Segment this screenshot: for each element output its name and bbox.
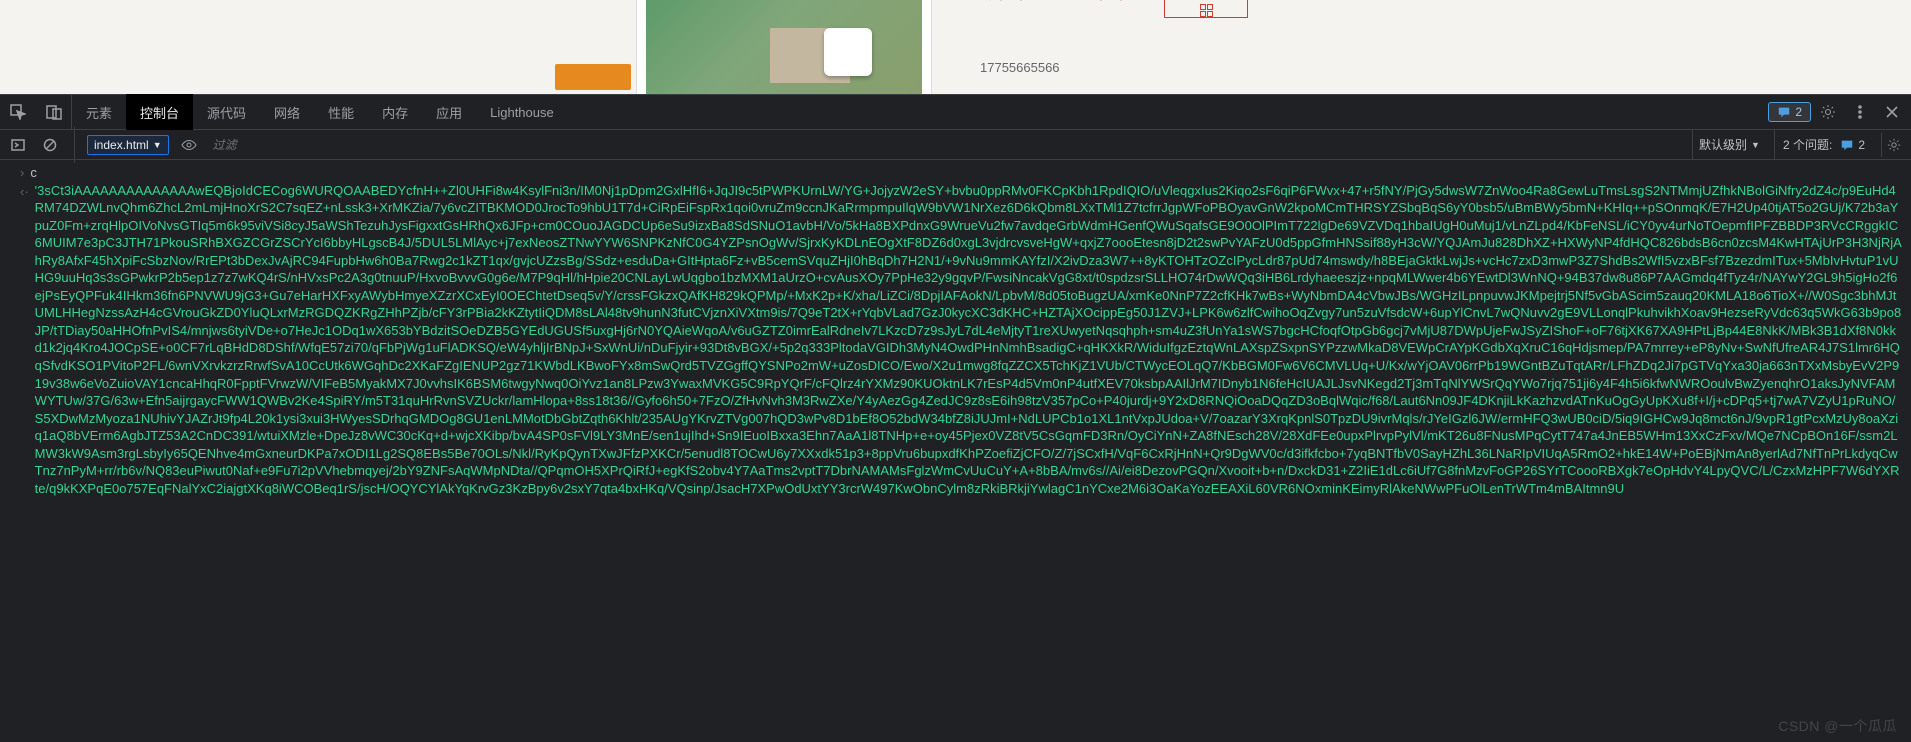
tab-sources[interactable]: 源代码	[193, 94, 260, 130]
more-menu-icon[interactable]	[1845, 97, 1875, 127]
tab-console[interactable]: 控制台	[126, 94, 193, 130]
password-login-label: 密码登录	[980, 0, 1028, 3]
qr-login-button[interactable]: 扫码登录	[1164, 0, 1248, 18]
devtools-panel: 元素 控制台 源代码 网络 性能 内存 应用 Lighthouse 2	[0, 94, 1911, 742]
console-sidebar-toggle-icon[interactable]	[6, 133, 30, 157]
close-devtools-icon[interactable]	[1877, 97, 1907, 127]
inspect-element-icon[interactable]	[0, 94, 36, 130]
context-selector-value: index.html	[94, 138, 149, 152]
console-input-value: c	[30, 164, 37, 182]
captcha-puzzle-card[interactable]	[637, 0, 931, 94]
banner-accent	[555, 64, 631, 90]
tab-network[interactable]: 网络	[260, 94, 314, 130]
log-level-label: 默认级别	[1699, 136, 1747, 153]
device-toggle-icon[interactable]	[36, 94, 72, 130]
message-icon	[1840, 138, 1854, 152]
chevron-down-icon: ▼	[1751, 140, 1760, 150]
console-filter-input[interactable]	[209, 136, 1684, 154]
prompt-chevron-icon: ›	[20, 164, 24, 182]
tab-memory[interactable]: 内存	[368, 94, 422, 130]
page-content: 密码登录 验证码登录 扫码登录 17755665566	[0, 0, 1911, 94]
tab-performance[interactable]: 性能	[314, 94, 368, 130]
issues-count: 2	[1858, 138, 1865, 152]
log-level-selector[interactable]: 默认级别 ▼	[1692, 130, 1766, 159]
issues-section: 2 个问题: 2	[1774, 130, 1873, 159]
console-result-row: ‹· '3sCt3iAAAAAAAAAAAAAAwEQBjoIdCECog6WU…	[20, 182, 1903, 498]
messages-count: 2	[1795, 105, 1802, 119]
qr-code-icon	[1199, 3, 1213, 17]
watermark-text: CSDN @一个瓜瓜	[1778, 716, 1897, 736]
result-chevron-icon: ‹·	[20, 183, 29, 498]
message-icon	[1777, 105, 1791, 119]
chevron-down-icon: ▼	[153, 140, 162, 150]
devtools-tabbar: 元素 控制台 源代码 网络 性能 内存 应用 Lighthouse 2	[0, 94, 1911, 130]
issues-label: 2 个问题:	[1783, 136, 1832, 153]
phone-number-text: 17755665566	[980, 60, 1060, 75]
messages-pill[interactable]: 2	[1768, 102, 1811, 122]
console-subbar: index.html ▼ 默认级别 ▼ 2 个问题: 2	[0, 130, 1911, 160]
captcha-image	[646, 0, 922, 94]
captcha-puzzle-piece-icon[interactable]	[824, 28, 872, 76]
console-output[interactable]: › c ‹· '3sCt3iAAAAAAAAAAAAAAwEQBjoIdCECo…	[0, 160, 1911, 742]
tab-lighthouse[interactable]: Lighthouse	[476, 94, 568, 130]
context-selector[interactable]: index.html ▼	[87, 135, 169, 155]
console-settings-icon[interactable]	[1881, 133, 1905, 157]
console-result-text: '3sCt3iAAAAAAAAAAAAAAwEQBjoIdCECog6WURQO…	[35, 182, 1903, 498]
issues-pill[interactable]: 2	[1840, 138, 1865, 152]
tabbar-right-icons: 2	[1768, 97, 1911, 127]
tab-elements[interactable]: 元素	[72, 94, 126, 130]
clear-console-icon[interactable]	[38, 133, 62, 157]
tab-application[interactable]: 应用	[422, 94, 476, 130]
sms-login-link[interactable]: 验证码登录	[1068, 0, 1128, 3]
qr-login-label: 扫码登录	[1186, 0, 1226, 2]
settings-gear-icon[interactable]	[1813, 97, 1843, 127]
console-input-row: › c	[20, 164, 1903, 182]
live-expression-icon[interactable]	[177, 133, 201, 157]
